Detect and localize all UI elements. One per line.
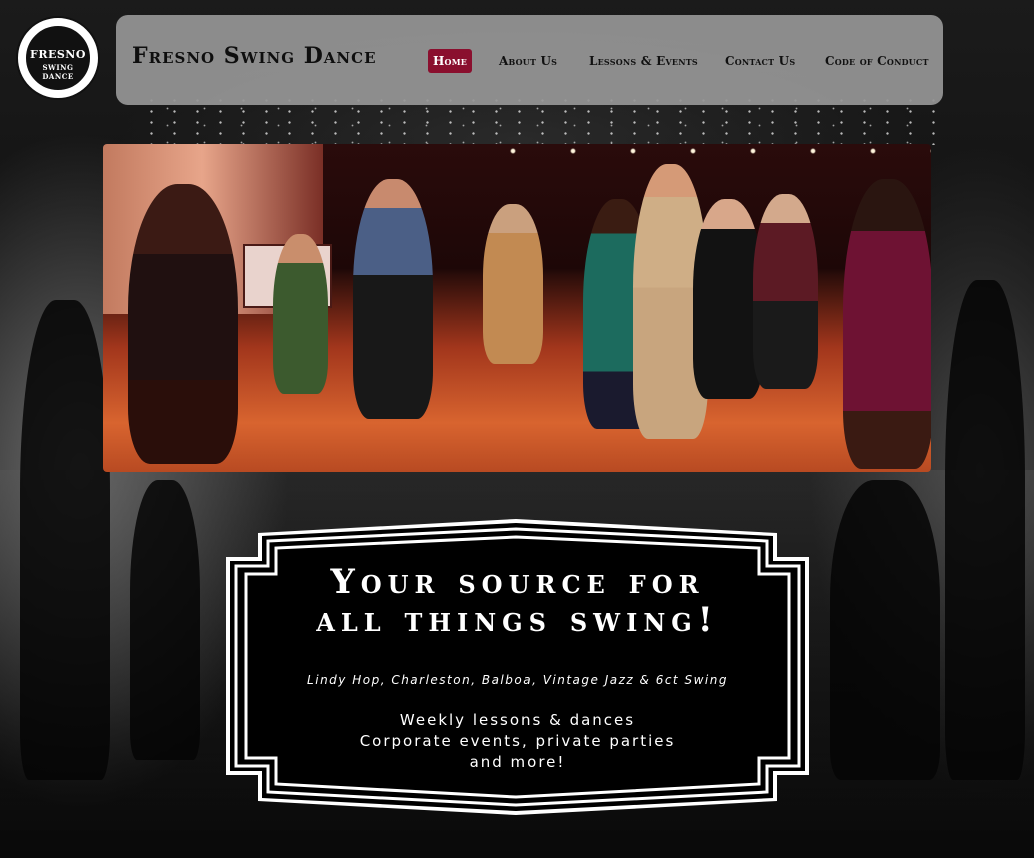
dancer-figure	[753, 194, 818, 389]
background-silhouette	[945, 280, 1025, 780]
banner-title-line1: Your source for	[330, 562, 705, 602]
site-title[interactable]: Fresno Swing Dance	[132, 43, 377, 69]
banner-line-more: and more!	[469, 753, 566, 771]
nav-item-home[interactable]: Home	[428, 49, 473, 73]
banner-line-events: Corporate events, private parties	[359, 732, 676, 750]
dancer-figure	[273, 234, 328, 394]
banner-line-lessons: Weekly lessons & dances	[399, 711, 636, 729]
site-logo[interactable]: FRESNO SWING DANCE	[16, 16, 100, 100]
nav-item-code-of-conduct[interactable]: Code of Conduct	[825, 49, 929, 73]
banner-title: Your source for all things swing!	[226, 563, 809, 639]
hero-photo	[103, 144, 931, 472]
banner-title-line2: all things swing!	[316, 600, 719, 640]
background-silhouette	[830, 480, 940, 780]
nav-item-lessons-events[interactable]: Lessons & Events	[589, 49, 698, 73]
dancer-figure	[353, 179, 433, 419]
dancer-figure	[843, 179, 931, 469]
tagline-banner: Your source for all things swing! Lindy …	[226, 519, 809, 815]
background-silhouette	[20, 300, 110, 780]
nav-item-about-us[interactable]: About Us	[499, 49, 557, 73]
logo-text-swing-dance: SWING DANCE	[42, 63, 74, 81]
main-nav: Home About Us Lessons & Events Contact U…	[428, 49, 928, 73]
nav-item-contact-us[interactable]: Contact Us	[725, 49, 795, 73]
site-header: Fresno Swing Dance Home About Us Lessons…	[116, 15, 943, 105]
dancer-figure	[128, 184, 238, 464]
dancer-figure	[483, 204, 543, 364]
dance-styles-text: Lindy Hop, Charleston, Balboa, Vintage J…	[307, 673, 728, 687]
background-silhouette	[130, 480, 200, 760]
logo-badge: FRESNO SWING DANCE	[24, 24, 92, 92]
logo-text-fresno: FRESNO	[30, 48, 86, 61]
string-lights	[483, 144, 931, 158]
